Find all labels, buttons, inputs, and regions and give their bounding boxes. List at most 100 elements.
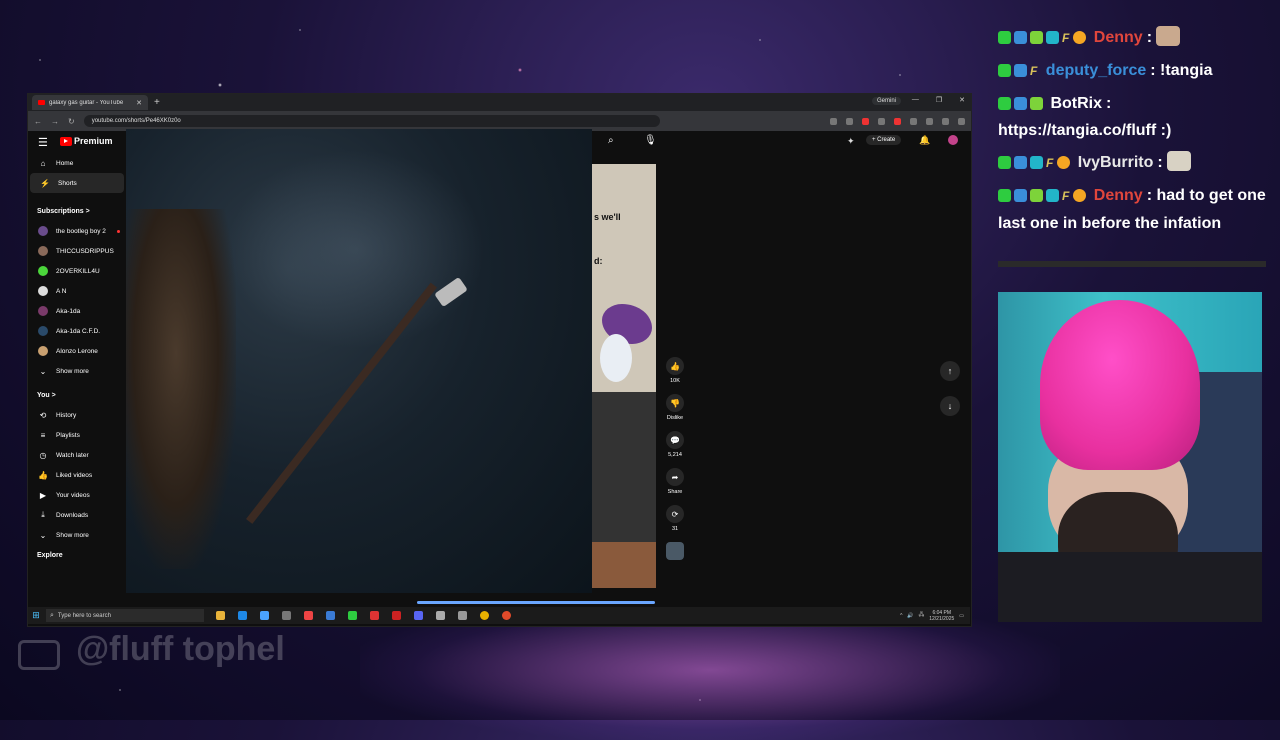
youtube-logo[interactable]: Premium: [60, 136, 113, 146]
sound-avatar[interactable]: [666, 542, 684, 560]
short-video[interactable]: s we'll d:: [592, 164, 656, 588]
sidebar-item-liked-videos[interactable]: 👍 Liked videos: [28, 465, 126, 485]
extension-icon[interactable]: [910, 117, 917, 125]
app-icon[interactable]: [458, 611, 467, 620]
sidebar-item-downloads[interactable]: ⤓ Downloads: [28, 505, 126, 525]
sidebar-item-playlists[interactable]: ≡ Playlists: [28, 425, 126, 445]
taskbar-search[interactable]: ⌕ Type here to search: [46, 609, 204, 622]
sidebar-item-home[interactable]: ⌂ Home: [28, 153, 126, 173]
brave-icon[interactable]: [502, 611, 511, 620]
minimize-icon[interactable]: —: [912, 96, 919, 104]
create-button[interactable]: + Create: [866, 135, 902, 145]
clock-icon: ◷: [39, 450, 47, 460]
hamburger-menu-icon[interactable]: ☰: [38, 136, 48, 149]
dislike-label: Dislike: [666, 415, 684, 421]
reload-icon[interactable]: ↻: [68, 117, 75, 126]
chevron-up-icon[interactable]: ^: [900, 613, 902, 619]
menu-kebab-icon[interactable]: [958, 117, 965, 125]
back-arrow-icon[interactable]: ←: [34, 117, 42, 126]
install-icon[interactable]: [830, 117, 837, 125]
app-icon[interactable]: [370, 611, 379, 620]
volume-icon[interactable]: 🔊: [907, 613, 913, 619]
badge-icon: [1014, 156, 1027, 169]
gemini-button[interactable]: Gemini: [871, 97, 901, 105]
share-button[interactable]: ➦ Share: [655, 468, 695, 495]
youtube-favicon-icon: [38, 100, 45, 105]
thumbs-up-icon: 👍: [666, 357, 684, 375]
app-icon[interactable]: [304, 611, 313, 620]
remix-icon: ⟳: [666, 505, 684, 523]
instagram-watermark-icon: [18, 640, 60, 670]
share-icon: ➦: [666, 468, 684, 486]
channel-name: Aka-1da: [56, 307, 81, 315]
app-icon[interactable]: [392, 611, 401, 620]
profile-icon[interactable]: [942, 117, 949, 125]
sidebar-item-subscription[interactable]: the bootleg boy 2: [28, 221, 126, 241]
sidebar-item-history[interactable]: ⟲ History: [28, 405, 126, 425]
sidebar-item-watch-later[interactable]: ◷ Watch later: [28, 445, 126, 465]
sidebar-item-subscription[interactable]: THICCUSDRIPPUS: [28, 241, 126, 261]
sidebar-item-your-videos[interactable]: ▶ Your videos: [28, 485, 126, 505]
bookshelf-image: [592, 392, 656, 542]
address-bar: ← → ↻ youtube.com/shorts/Pe46XK0z0o: [28, 111, 971, 131]
you-heading[interactable]: You >: [28, 385, 126, 405]
file-explorer-icon[interactable]: [216, 611, 225, 620]
store-icon[interactable]: [260, 611, 269, 620]
sidebar-item-subscription[interactable]: A N: [28, 281, 126, 301]
url-field[interactable]: youtube.com/shorts/Pe46XK0z0o: [83, 115, 660, 127]
badge-icon: [1030, 189, 1043, 202]
discord-icon[interactable]: [414, 611, 423, 620]
cast-icon[interactable]: ✦: [847, 136, 855, 147]
sidebar-item-shorts[interactable]: ⚡ Shorts: [30, 173, 124, 193]
sidebar-item-subscription[interactable]: Aka-1da C.F.D.: [28, 321, 126, 341]
bookmark-star-icon[interactable]: [846, 117, 853, 125]
clock[interactable]: 6:04 PM 12/21/2025: [929, 610, 954, 622]
close-tab-icon[interactable]: ✕: [136, 99, 142, 107]
new-tab-icon[interactable]: +: [154, 97, 160, 108]
notification-icon[interactable]: ▭: [959, 613, 964, 619]
next-short-button[interactable]: ↓: [940, 396, 960, 416]
subscriptions-heading[interactable]: Subscriptions >: [28, 201, 126, 221]
video-overlay: [126, 129, 592, 593]
notifications-bell-icon[interactable]: 🔔: [919, 135, 930, 146]
edge-icon[interactable]: [238, 611, 247, 620]
excel-icon[interactable]: [348, 611, 357, 620]
explore-heading: Explore: [37, 551, 63, 559]
badge-icon: [998, 189, 1011, 202]
network-icon[interactable]: 🖧: [919, 612, 925, 620]
comments-button[interactable]: 💬 5,214: [655, 431, 695, 458]
sidebar-panel-icon[interactable]: [926, 117, 933, 125]
extension-icon[interactable]: [862, 117, 869, 125]
search-icon[interactable]: ⌕: [608, 135, 614, 146]
app-icon[interactable]: [326, 611, 335, 620]
app-icon[interactable]: [282, 611, 291, 620]
microphone-icon[interactable]: 🎙: [644, 135, 657, 146]
close-window-icon[interactable]: ✕: [959, 96, 965, 104]
badge-icon: [998, 97, 1011, 110]
sidebar-item-subscription[interactable]: Alonzo Lerone: [28, 341, 126, 361]
sidebar-item-subscription[interactable]: Aka-1da: [28, 301, 126, 321]
account-avatar[interactable]: [948, 135, 958, 145]
restore-icon[interactable]: ❐: [936, 96, 942, 104]
forward-arrow-icon[interactable]: →: [51, 117, 59, 126]
badge-icon: F: [1062, 189, 1070, 203]
create-label: Create: [877, 137, 896, 143]
playlists-icon: ≡: [40, 430, 46, 440]
sidebar-item-subscription[interactable]: 2OVERKILL4U: [28, 261, 126, 281]
extension-icon[interactable]: [878, 117, 885, 125]
show-more-button[interactable]: ⌄ Show more: [28, 525, 126, 545]
video-progress-bar[interactable]: [417, 601, 655, 604]
badge-icon: [998, 156, 1011, 169]
extension-icon[interactable]: [894, 117, 901, 125]
dislike-button[interactable]: 👎 Dislike: [655, 394, 695, 421]
browser-tab[interactable]: galaxy gas guitar - YouTube ✕: [32, 95, 148, 110]
remix-button[interactable]: ⟳ 31: [655, 505, 695, 532]
live-indicator-icon: [117, 229, 120, 233]
comment-count: 5,214: [668, 452, 682, 458]
windows-start-icon[interactable]: ⊞: [28, 610, 44, 621]
app-icon[interactable]: [436, 611, 445, 620]
like-button[interactable]: 👍 10K: [655, 357, 695, 384]
chrome-icon[interactable]: [480, 611, 489, 620]
show-more-button[interactable]: ⌄ Show more: [28, 361, 126, 381]
previous-short-button[interactable]: ↑: [940, 361, 960, 381]
